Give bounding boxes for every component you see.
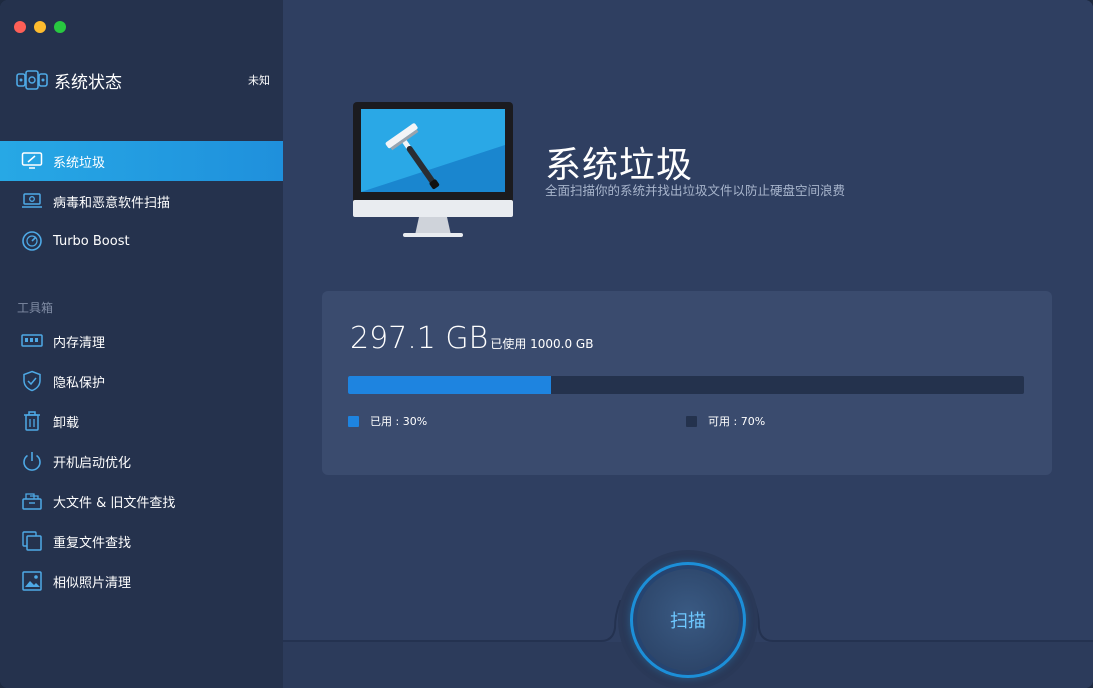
trash-icon	[20, 409, 44, 433]
maximize-window-button[interactable]	[54, 21, 66, 33]
sidebar-item-label: 内存清理	[53, 335, 106, 351]
duplicate-files-icon	[20, 529, 44, 553]
sidebar-item-label: 相似照片清理	[53, 575, 132, 591]
sidebar-item-malware-scan[interactable]: 病毒和恶意软件扫描	[0, 181, 283, 221]
speedometer-icon	[20, 229, 44, 253]
scan-button[interactable]: 扫描	[630, 562, 746, 678]
disk-usage-bar	[348, 376, 1024, 394]
used-size: 297.1 GB	[350, 321, 489, 356]
sidebar-item-label: 大文件 & 旧文件查找	[53, 495, 176, 511]
system-status-title: 系统状态	[54, 72, 122, 93]
app-window: 系统状态 未知 系统垃圾 病毒和恶意软件扫描 Turbo Boost 工具箱 内…	[0, 0, 1093, 688]
sidebar-item-duplicate-files[interactable]: 重复文件查找	[0, 521, 283, 561]
legend-used: 已用 : 30%	[348, 413, 427, 429]
legend-used-swatch	[348, 415, 359, 427]
sidebar-item-label: 病毒和恶意软件扫描	[53, 195, 171, 211]
sidebar-item-label: 隐私保护	[53, 375, 106, 391]
legend-free-label: 可用 : 70%	[708, 415, 766, 428]
sidebar-item-uninstall[interactable]: 卸载	[0, 401, 283, 441]
imac-cleaning-illustration	[353, 102, 513, 237]
memory-icon	[20, 329, 44, 353]
disk-usage-bar-fill	[348, 376, 551, 394]
laptop-scan-icon	[20, 189, 44, 213]
total-size-caption: 已使用 1000.0 GB	[490, 337, 594, 351]
window-controls	[14, 21, 66, 33]
disk-usage-card: 297.1 GB 已使用 1000.0 GB 已用 : 30% 可用 : 70%	[322, 291, 1052, 475]
sidebar-item-memory-clean[interactable]: 内存清理	[0, 321, 283, 361]
sidebar-item-large-old-files[interactable]: 大文件 & 旧文件查找	[0, 481, 283, 521]
sidebar-item-startup-optimize[interactable]: 开机启动优化	[0, 441, 283, 481]
sidebar-item-label: 卸载	[53, 415, 80, 431]
main-panel: 系统垃圾 全面扫描你的系统并找出垃圾文件以防止硬盘空间浪费 297.1 GB 已…	[283, 0, 1093, 688]
main-nav: 系统垃圾 病毒和恶意软件扫描 Turbo Boost	[0, 141, 283, 261]
sidebar-item-label: 开机启动优化	[53, 455, 132, 471]
system-status-value: 未知	[248, 74, 270, 87]
sidebar-item-system-junk[interactable]: 系统垃圾	[0, 141, 283, 181]
disk-usage-summary: 297.1 GB 已使用 1000.0 GB	[350, 321, 593, 356]
sidebar-item-privacy[interactable]: 隐私保护	[0, 361, 283, 401]
power-icon	[20, 449, 44, 473]
page-subtitle: 全面扫描你的系统并找出垃圾文件以防止硬盘空间浪费	[545, 183, 846, 198]
toolbox-section-label: 工具箱	[17, 301, 54, 315]
sidebar-item-label: 系统垃圾	[53, 155, 106, 171]
legend-free-swatch	[686, 415, 697, 427]
sidebar-item-turbo-boost[interactable]: Turbo Boost	[0, 221, 283, 261]
minimize-window-button[interactable]	[34, 21, 46, 33]
system-status-icon	[16, 70, 48, 90]
sidebar: 系统状态 未知 系统垃圾 病毒和恶意软件扫描 Turbo Boost 工具箱 内…	[0, 0, 283, 688]
system-status-header[interactable]: 系统状态 未知	[16, 66, 270, 94]
shield-icon	[20, 369, 44, 393]
legend-used-label: 已用 : 30%	[370, 415, 428, 428]
sidebar-item-label: 重复文件查找	[53, 535, 132, 551]
legend-free: 可用 : 70%	[686, 413, 765, 429]
sidebar-item-label: Turbo Boost	[53, 233, 130, 249]
close-window-button[interactable]	[14, 21, 26, 33]
photo-icon	[20, 569, 44, 593]
tools-nav: 内存清理 隐私保护 卸载 开机启动优化 大文件 & 旧文件查找 重复文件查找 相…	[0, 321, 283, 601]
monitor-clean-icon	[20, 149, 44, 173]
sidebar-item-similar-photos[interactable]: 相似照片清理	[0, 561, 283, 601]
file-box-icon	[20, 489, 44, 513]
